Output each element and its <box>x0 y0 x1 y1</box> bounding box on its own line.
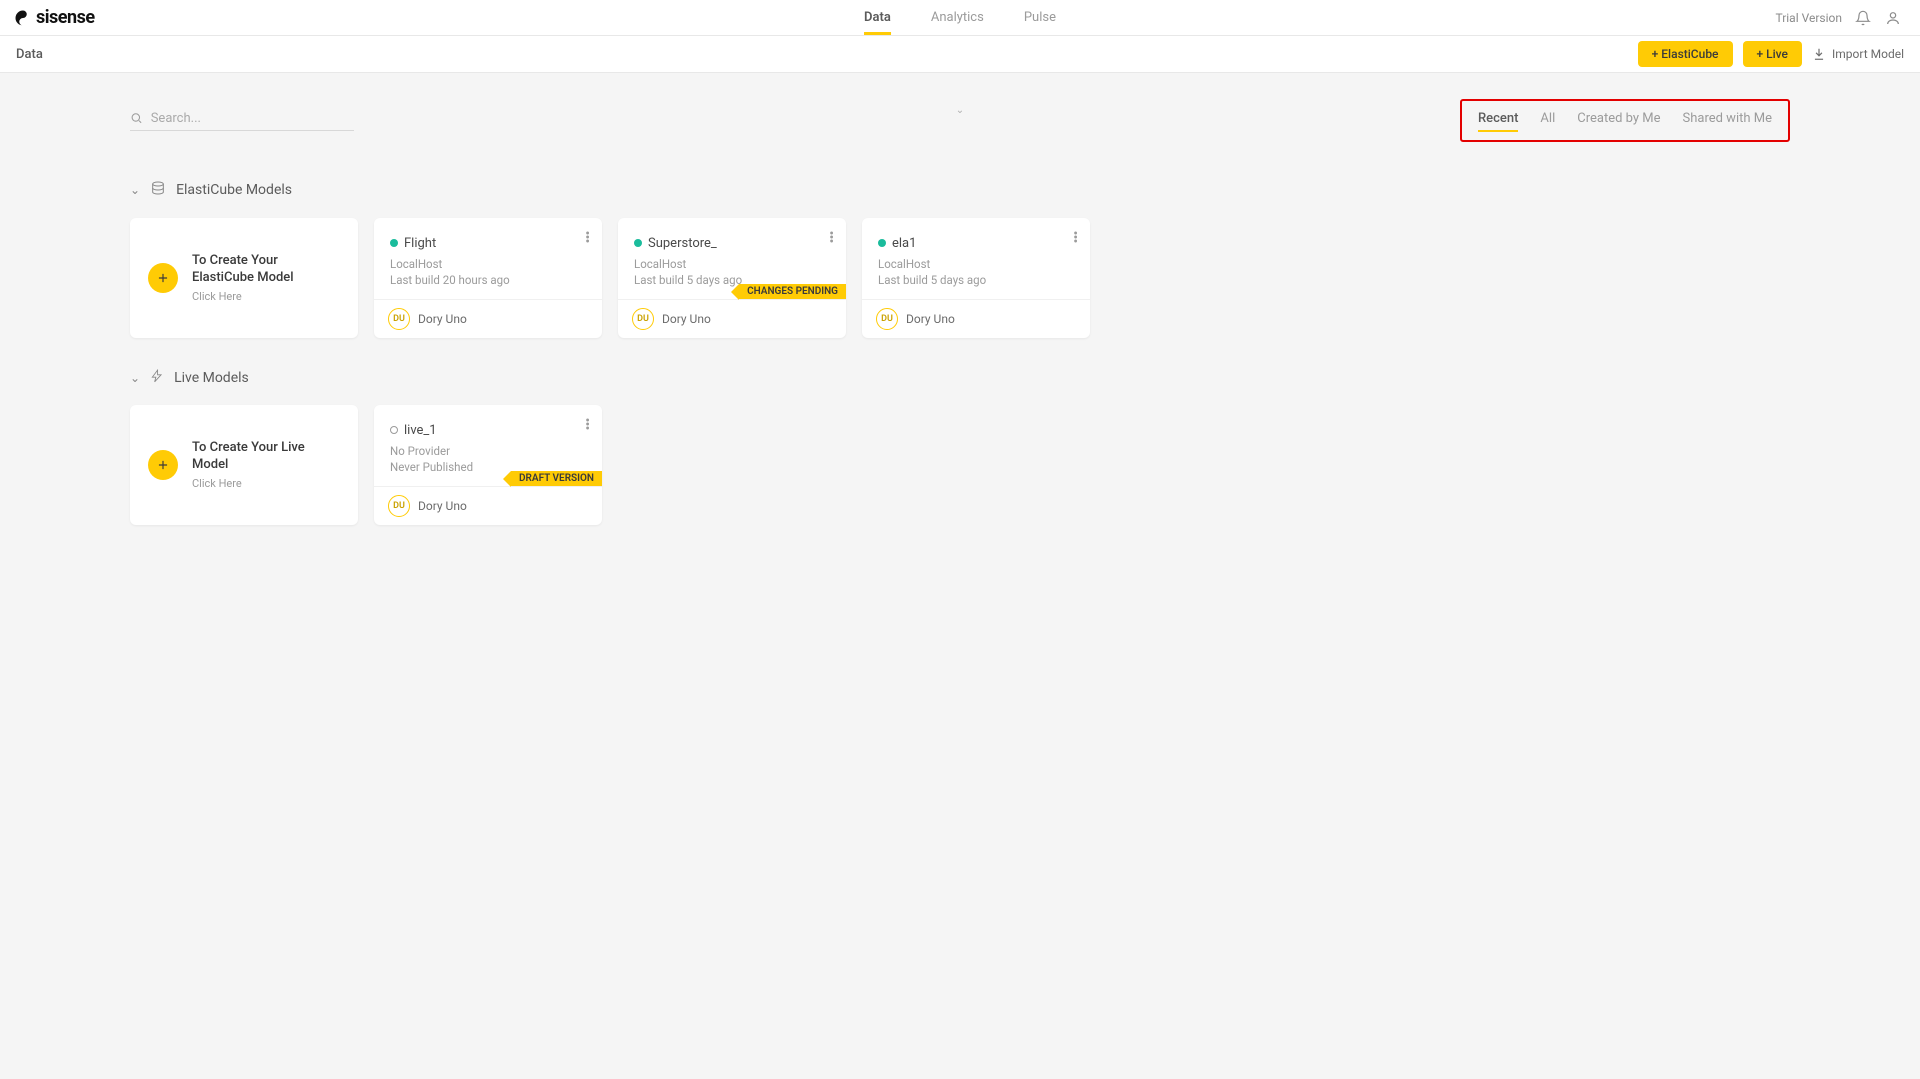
model-build: Last build 20 hours ago <box>390 273 586 287</box>
create-elasticube-text: To Create Your ElastiCube Model <box>192 253 340 287</box>
create-live-text: To Create Your Live Model <box>192 440 340 474</box>
owner-name: Dory Uno <box>662 312 711 326</box>
download-icon <box>1812 47 1826 61</box>
search-box[interactable] <box>130 111 354 131</box>
avatar: DU <box>388 495 410 517</box>
model-name: Superstore_ <box>648 236 717 251</box>
content-area: ⌄ Recent All Created by Me Shared with M… <box>0 99 1920 525</box>
kebab-icon[interactable]: ••• <box>829 232 834 244</box>
section-elasticube-header[interactable]: ⌄ ElastiCube Models <box>130 180 1790 200</box>
status-dot-icon <box>878 239 886 247</box>
filter-created-by-me[interactable]: Created by Me <box>1577 111 1660 130</box>
bolt-icon <box>150 368 164 387</box>
subbar-actions: + ElastiCube + Live Import Model <box>1638 41 1904 67</box>
model-card-flight[interactable]: ••• Flight LocalHost Last build 20 hours… <box>374 218 602 338</box>
brand-name: sisense <box>36 7 95 28</box>
model-card-ela1[interactable]: ••• ela1 LocalHost Last build 5 days ago… <box>862 218 1090 338</box>
bell-icon[interactable] <box>1854 9 1872 27</box>
draft-version-flag: DRAFT VERSION <box>511 471 602 486</box>
expand-handle-icon[interactable]: ⌄ <box>956 105 964 116</box>
create-elasticube-card[interactable]: To Create Your ElastiCube Model Click He… <box>130 218 358 338</box>
filter-recent[interactable]: Recent <box>1478 111 1518 130</box>
user-icon[interactable] <box>1884 9 1902 27</box>
filter-shared-with-me[interactable]: Shared with Me <box>1683 111 1773 130</box>
tab-data[interactable]: Data <box>864 0 891 35</box>
brand-logo[interactable]: sisense <box>14 7 95 28</box>
chevron-down-icon[interactable]: ⌄ <box>130 371 140 385</box>
changes-pending-flag: CHANGES PENDING <box>739 284 846 299</box>
trial-label: Trial Version <box>1775 11 1842 25</box>
top-nav: sisense Data Analytics Pulse Trial Versi… <box>0 0 1920 36</box>
elasticube-cards: To Create Your ElastiCube Model Click He… <box>130 218 1790 338</box>
search-icon <box>130 111 143 125</box>
chevron-down-icon[interactable]: ⌄ <box>130 183 140 197</box>
tab-analytics[interactable]: Analytics <box>931 0 984 35</box>
section-live-title: Live Models <box>174 370 249 386</box>
model-card-live1[interactable]: ••• live_1 No Provider Never Published D… <box>374 405 602 525</box>
avatar: DU <box>876 308 898 330</box>
kebab-icon[interactable]: ••• <box>585 232 590 244</box>
card-footer: DU Dory Uno <box>862 299 1090 338</box>
import-model-button[interactable]: Import Model <box>1812 47 1904 61</box>
kebab-icon[interactable]: ••• <box>585 419 590 431</box>
avatar: DU <box>388 308 410 330</box>
page-title: Data <box>16 47 43 62</box>
create-live-card[interactable]: To Create Your Live Model Click Here <box>130 405 358 525</box>
plus-icon <box>148 450 178 480</box>
cube-icon <box>150 180 166 200</box>
topnav-right: Trial Version <box>1775 9 1902 27</box>
model-host: No Provider <box>390 444 586 458</box>
card-footer: DU Dory Uno <box>374 299 602 338</box>
card-footer: DU Dory Uno <box>374 486 602 525</box>
owner-name: Dory Uno <box>418 312 467 326</box>
tab-pulse[interactable]: Pulse <box>1024 0 1056 35</box>
model-card-superstore[interactable]: ••• Superstore_ LocalHost Last build 5 d… <box>618 218 846 338</box>
sub-bar: Data + ElastiCube + Live Import Model <box>0 36 1920 73</box>
kebab-icon[interactable]: ••• <box>1073 232 1078 244</box>
filter-all[interactable]: All <box>1540 111 1555 130</box>
add-elasticube-button[interactable]: + ElastiCube <box>1638 41 1733 67</box>
model-name: Flight <box>404 236 436 251</box>
search-input[interactable] <box>151 111 354 126</box>
card-footer: DU Dory Uno <box>618 299 846 338</box>
add-live-button[interactable]: + Live <box>1743 41 1803 67</box>
sisense-logo-icon <box>14 9 32 27</box>
topnav-tabs: Data Analytics Pulse <box>864 0 1056 35</box>
owner-name: Dory Uno <box>418 499 467 513</box>
create-elasticube-hint: Click Here <box>192 290 340 303</box>
model-build: Last build 5 days ago <box>878 273 1074 287</box>
avatar: DU <box>632 308 654 330</box>
status-empty-icon <box>390 426 398 434</box>
status-dot-icon <box>634 239 642 247</box>
create-live-hint: Click Here <box>192 477 340 490</box>
model-host: LocalHost <box>878 257 1074 271</box>
model-host: LocalHost <box>634 257 830 271</box>
live-cards: To Create Your Live Model Click Here •••… <box>130 405 1790 525</box>
model-name: live_1 <box>404 423 437 438</box>
section-elasticube-title: ElastiCube Models <box>176 182 292 198</box>
model-name: ela1 <box>892 236 916 251</box>
filter-tabs: Recent All Created by Me Shared with Me <box>1460 99 1790 142</box>
plus-icon <box>148 263 178 293</box>
status-dot-icon <box>390 239 398 247</box>
owner-name: Dory Uno <box>906 312 955 326</box>
section-live-header[interactable]: ⌄ Live Models <box>130 368 1790 387</box>
model-host: LocalHost <box>390 257 586 271</box>
